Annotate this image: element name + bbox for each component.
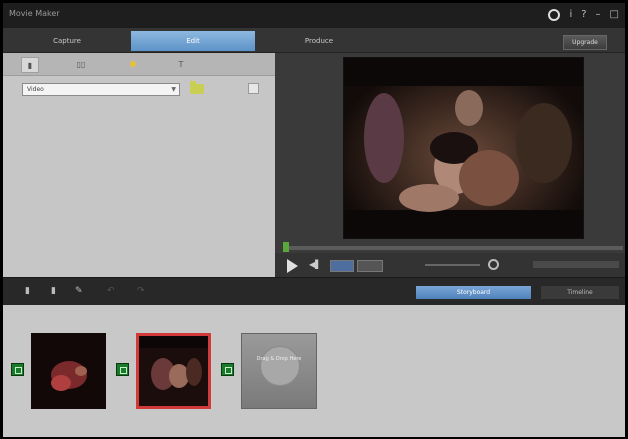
delete-icon[interactable]: ▮: [25, 286, 30, 296]
clip-thumbnail: [31, 333, 106, 409]
playback-controls: ◀▌: [275, 253, 625, 277]
upgrade-button[interactable]: Upgrade: [563, 35, 607, 50]
text-tab-icon[interactable]: T: [173, 57, 189, 71]
main-tabs: Capture Edit Produce Upgrade: [3, 28, 625, 53]
duration-field: [357, 260, 383, 272]
preview-panel: ◀▌: [275, 53, 625, 277]
storyboard-clip-selected[interactable]: [136, 333, 211, 409]
play-icon[interactable]: [287, 259, 298, 273]
minimize-icon[interactable]: –: [596, 8, 601, 22]
add-media-label: Drag & Drop Here: [256, 356, 302, 362]
edit-pencil-icon[interactable]: ✎: [75, 286, 83, 296]
chevron-down-icon: ▼: [171, 86, 176, 93]
transition-slot[interactable]: [116, 363, 129, 376]
skip-back-icon[interactable]: ◀▌: [309, 260, 321, 269]
split-icon[interactable]: ▮: [51, 286, 56, 296]
media-tab-icon[interactable]: ▮: [21, 57, 39, 73]
tab-capture[interactable]: Capture: [4, 31, 130, 51]
scrubber-handle[interactable]: [283, 242, 289, 252]
window-controls: i ? – □: [548, 8, 619, 22]
app-window: Movie Maker i ? – □ Capture Edit Produce…: [3, 3, 625, 437]
effects-tab-icon[interactable]: [125, 57, 141, 71]
video-frame-image: [344, 58, 583, 238]
info-icon[interactable]: i: [569, 8, 572, 22]
app-title: Movie Maker: [9, 9, 60, 18]
storyboard-clip[interactable]: [31, 333, 106, 409]
transitions-tab-icon[interactable]: ▯▯: [73, 57, 89, 71]
library-toolbar: ▮ ▯▯ T: [3, 53, 275, 76]
storyboard-toolbar: ▮ ▮ ✎ ↶ ↷ Storyboard Timeline: [3, 277, 625, 306]
volume-slider[interactable]: [425, 264, 480, 266]
storyboard-area: Drag & Drop Here: [3, 305, 625, 437]
media-type-value: Video: [27, 86, 44, 93]
storyboard-view-tab[interactable]: Storyboard: [416, 286, 531, 299]
media-type-select[interactable]: Video ▼: [22, 83, 180, 96]
transition-slot[interactable]: [221, 363, 234, 376]
tab-edit[interactable]: Edit: [131, 31, 255, 51]
media-library-panel: ▮ ▯▯ T Video ▼: [3, 53, 275, 277]
maximize-icon[interactable]: □: [610, 8, 619, 22]
add-media-dropzone[interactable]: Drag & Drop Here: [241, 333, 317, 409]
clip-thumbnail: [139, 336, 208, 406]
timeline-view-tab[interactable]: Timeline: [541, 286, 619, 299]
playback-scrubber[interactable]: [283, 246, 623, 250]
settings-gear-icon[interactable]: [548, 9, 561, 21]
current-time-field[interactable]: [330, 260, 354, 272]
import-folder-icon[interactable]: [190, 81, 204, 94]
aspect-ratio-control[interactable]: [533, 261, 619, 268]
transition-slot[interactable]: [11, 363, 24, 376]
view-toggle-button[interactable]: [248, 83, 259, 94]
help-icon[interactable]: ?: [581, 8, 586, 22]
tab-produce[interactable]: Produce: [256, 31, 382, 51]
add-media-icon: [260, 346, 300, 386]
redo-icon[interactable]: ↷: [137, 286, 145, 296]
video-preview: [343, 57, 584, 239]
undo-icon[interactable]: ↶: [107, 286, 115, 296]
title-bar: Movie Maker i ? – □: [3, 3, 625, 28]
fullscreen-icon[interactable]: [488, 259, 499, 270]
